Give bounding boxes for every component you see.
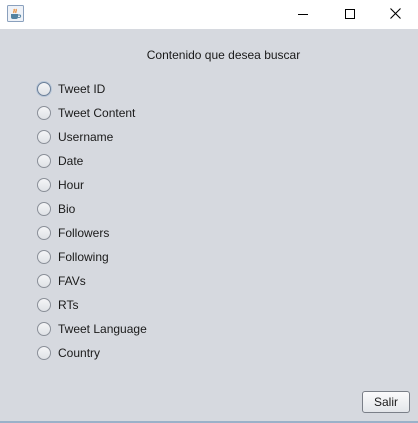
option-hour[interactable]: Hour xyxy=(37,173,147,197)
search-options-panel: Contenido que desea buscar Tweet ID Twee… xyxy=(0,29,418,421)
option-label: Followers xyxy=(58,226,110,240)
option-bio[interactable]: Bio xyxy=(37,197,147,221)
option-tweet-language[interactable]: Tweet Language xyxy=(37,317,147,341)
option-label: Following xyxy=(58,250,109,264)
radio-favs[interactable] xyxy=(37,274,51,288)
radio-following[interactable] xyxy=(37,250,51,264)
radio-username[interactable] xyxy=(37,130,51,144)
maximize-button[interactable] xyxy=(327,0,373,29)
option-country[interactable]: Country xyxy=(37,341,147,365)
maximize-icon xyxy=(345,6,355,24)
app-window: Contenido que desea buscar Tweet ID Twee… xyxy=(0,0,418,423)
option-username[interactable]: Username xyxy=(37,125,147,149)
option-tweet-content[interactable]: Tweet Content xyxy=(37,101,147,125)
option-rts[interactable]: RTs xyxy=(37,293,147,317)
option-label: Tweet Content xyxy=(58,106,136,120)
exit-button[interactable]: Salir xyxy=(362,391,410,413)
option-label: Username xyxy=(58,130,114,144)
option-following[interactable]: Following xyxy=(37,245,147,269)
option-label: Tweet ID xyxy=(58,82,106,96)
radio-followers[interactable] xyxy=(37,226,51,240)
option-date[interactable]: Date xyxy=(37,149,147,173)
close-icon xyxy=(389,6,401,24)
options-group: Tweet ID Tweet Content Username Date Hou… xyxy=(37,77,147,365)
option-label: RTs xyxy=(58,298,79,312)
minimize-icon xyxy=(298,6,308,24)
close-button[interactable] xyxy=(372,0,418,29)
panel-heading: Contenido que desea buscar xyxy=(146,48,301,62)
option-label: Hour xyxy=(58,178,85,192)
option-label: FAVs xyxy=(58,274,86,288)
java-coffee-cup-icon[interactable] xyxy=(7,5,24,22)
option-label: Country xyxy=(58,346,101,360)
radio-country[interactable] xyxy=(37,346,51,360)
option-tweet-id[interactable]: Tweet ID xyxy=(37,77,147,101)
radio-bio[interactable] xyxy=(37,202,51,216)
option-label: Date xyxy=(58,154,84,168)
minimize-button[interactable] xyxy=(280,0,326,29)
option-label: Tweet Language xyxy=(58,322,147,336)
radio-rts[interactable] xyxy=(37,298,51,312)
radio-tweet-id[interactable] xyxy=(37,82,51,96)
option-label: Bio xyxy=(58,202,76,216)
radio-date[interactable] xyxy=(37,154,51,168)
title-bar[interactable] xyxy=(0,0,418,29)
option-followers[interactable]: Followers xyxy=(37,221,147,245)
option-favs[interactable]: FAVs xyxy=(37,269,147,293)
radio-hour[interactable] xyxy=(37,178,51,192)
radio-tweet-content[interactable] xyxy=(37,106,51,120)
radio-tweet-language[interactable] xyxy=(37,322,51,336)
